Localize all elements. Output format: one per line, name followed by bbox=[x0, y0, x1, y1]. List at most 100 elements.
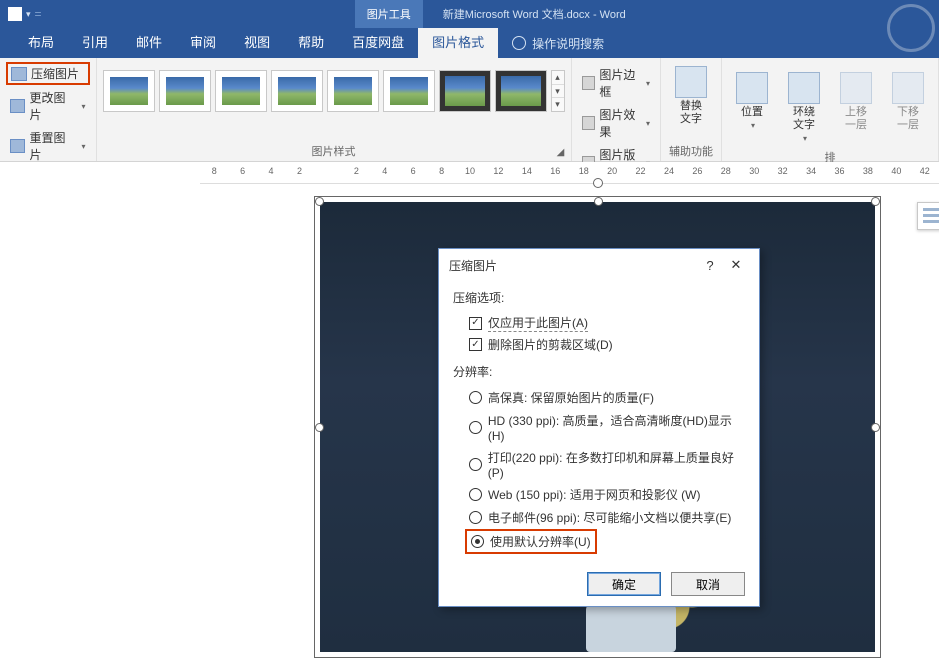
style-thumb-2[interactable] bbox=[159, 70, 211, 112]
ruler-tick: 2 bbox=[342, 166, 370, 176]
radio-highfi-label: 高保真: 保留原始图片的质量(F) bbox=[488, 389, 654, 406]
ruler-tick: 4 bbox=[371, 166, 399, 176]
gallery-down[interactable]: ▾ bbox=[552, 85, 564, 99]
picture-border-button[interactable]: 图片边框 ▾ bbox=[578, 64, 654, 102]
gallery-up[interactable]: ▴ bbox=[552, 71, 564, 85]
ruler-tick: 34 bbox=[797, 166, 825, 176]
style-thumb-6[interactable] bbox=[383, 70, 435, 112]
position-label: 位置 bbox=[741, 106, 763, 118]
ruler-tick: 12 bbox=[484, 166, 512, 176]
radio-hd-label: HD (330 ppi): 高质量，适合高清晰度(HD)显示(H) bbox=[488, 412, 745, 443]
alt-text-button[interactable]: 替换文字 bbox=[667, 62, 715, 130]
tell-me-label: 操作说明搜索 bbox=[532, 35, 604, 52]
delete-cropped-checkbox[interactable] bbox=[469, 338, 482, 351]
style-thumb-7[interactable] bbox=[439, 70, 491, 112]
gallery-scroll: ▴ ▾ ▾ bbox=[551, 70, 565, 112]
tab-help[interactable]: 帮助 bbox=[284, 28, 338, 58]
tab-mailings[interactable]: 邮件 bbox=[122, 28, 176, 58]
backward-label: 下移一层 bbox=[892, 106, 924, 132]
style-thumb-8[interactable] bbox=[495, 70, 547, 112]
gallery-more[interactable]: ▾ bbox=[552, 98, 564, 111]
tab-references[interactable]: 引用 bbox=[68, 28, 122, 58]
group-picture-border: 图片边框 ▾ 图片效果 ▾ 图片版式 ▾ bbox=[572, 58, 661, 161]
layout-options-button[interactable] bbox=[917, 202, 939, 230]
resize-handle[interactable] bbox=[315, 423, 324, 432]
radio-email-label: 电子邮件(96 ppi): 尽可能缩小文档以便共享(E) bbox=[488, 509, 731, 526]
change-picture-button[interactable]: 更改图片 ▾ bbox=[6, 87, 90, 125]
border-icon bbox=[582, 76, 596, 90]
resize-handle[interactable] bbox=[871, 423, 880, 432]
effects-icon bbox=[582, 116, 596, 130]
reset-label: 重置图片 bbox=[29, 129, 75, 163]
picture-styles-label: 图片样式 bbox=[312, 143, 356, 159]
compress-pictures-dialog: 压缩图片 ? ✕ 压缩选项: 仅应用于此图片(A) 删除图片的剪裁区域(D) 分… bbox=[438, 248, 760, 607]
position-button[interactable]: 位置▾ bbox=[728, 68, 776, 136]
radio-hd[interactable] bbox=[469, 421, 482, 434]
compress-icon bbox=[11, 67, 27, 81]
dialog-title: 压缩图片 bbox=[449, 257, 697, 274]
tab-layout[interactable]: 布局 bbox=[14, 28, 68, 58]
dialog-titlebar[interactable]: 压缩图片 ? ✕ bbox=[439, 249, 759, 281]
reset-picture-button[interactable]: 重置图片 ▾ bbox=[6, 127, 90, 165]
radio-web[interactable] bbox=[469, 488, 482, 501]
document-title: 新建Microsoft Word 文档.docx - Word bbox=[443, 6, 626, 22]
radio-default-label: 使用默认分辨率(U) bbox=[490, 533, 591, 550]
tell-me-search[interactable]: 操作说明搜索 bbox=[498, 35, 604, 52]
compress-label: 压缩图片 bbox=[31, 65, 79, 82]
group-accessibility: 替换文字 辅助功能 bbox=[661, 58, 722, 161]
bulb-icon bbox=[512, 36, 526, 50]
chevron-down-icon: ▾ bbox=[646, 119, 650, 128]
ruler-tick: 38 bbox=[854, 166, 882, 176]
radio-web-label: Web (150 ppi): 适用于网页和投影仪 (W) bbox=[488, 486, 700, 503]
radio-default[interactable] bbox=[471, 535, 484, 548]
group-arrange: 位置▾ 环绕文字▾ 上移一层 下移一层 排 bbox=[722, 58, 939, 161]
style-thumb-5[interactable] bbox=[327, 70, 379, 112]
change-label: 更改图片 bbox=[29, 89, 75, 123]
apply-only-label: 仅应用于此图片(A) bbox=[488, 314, 588, 332]
ok-button[interactable]: 确定 bbox=[587, 572, 661, 596]
style-thumb-3[interactable] bbox=[215, 70, 267, 112]
tab-picture-format[interactable]: 图片格式 bbox=[418, 28, 498, 58]
apply-only-checkbox[interactable] bbox=[469, 317, 482, 330]
qat-chevron[interactable]: ▾ bbox=[26, 9, 31, 20]
cancel-button[interactable]: 取消 bbox=[671, 572, 745, 596]
picture-effects-button[interactable]: 图片效果 ▾ bbox=[578, 104, 654, 142]
radio-highfi[interactable] bbox=[469, 391, 482, 404]
send-backward-button[interactable]: 下移一层 bbox=[884, 68, 932, 136]
ruler-tick: 16 bbox=[541, 166, 569, 176]
change-picture-icon bbox=[10, 99, 25, 113]
horizontal-ruler[interactable]: 8642246810121416182022242628303234363840… bbox=[200, 162, 939, 184]
layout-options-icon bbox=[923, 208, 939, 224]
radio-print-label: 打印(220 ppi): 在多数打印机和屏幕上质量良好(P) bbox=[488, 449, 745, 480]
compress-pictures-button[interactable]: 压缩图片 bbox=[6, 62, 90, 85]
position-icon bbox=[736, 72, 768, 104]
ruler-tick: 8 bbox=[200, 166, 228, 176]
ruler-tick: 36 bbox=[825, 166, 853, 176]
wrap-text-button[interactable]: 环绕文字▾ bbox=[780, 68, 828, 149]
chevron-down-icon: ▾ bbox=[82, 102, 86, 111]
tab-review[interactable]: 审阅 bbox=[176, 28, 230, 58]
wrap-label: 环绕文字 bbox=[793, 106, 815, 131]
style-thumb-1[interactable] bbox=[103, 70, 155, 112]
chevron-down-icon: ▾ bbox=[646, 79, 650, 88]
image-content bbox=[586, 602, 676, 652]
tab-baidu[interactable]: 百度网盘 bbox=[338, 28, 418, 58]
tab-view[interactable]: 视图 bbox=[230, 28, 284, 58]
style-thumb-4[interactable] bbox=[271, 70, 323, 112]
group-picture-styles: ▴ ▾ ▾ 图片样式 ◢ bbox=[97, 58, 572, 161]
reset-picture-icon bbox=[10, 139, 25, 153]
effects-label: 图片效果 bbox=[599, 106, 640, 140]
radio-print[interactable] bbox=[469, 458, 482, 471]
bring-forward-button[interactable]: 上移一层 bbox=[832, 68, 880, 136]
resize-handle[interactable] bbox=[315, 197, 324, 206]
contextual-tab-label: 图片工具 bbox=[355, 0, 423, 28]
ruler-tick: 40 bbox=[882, 166, 910, 176]
close-button[interactable]: ✕ bbox=[723, 257, 749, 273]
radio-email[interactable] bbox=[469, 511, 482, 524]
group-adjust: 压缩图片 更改图片 ▾ 重置图片 ▾ bbox=[0, 58, 97, 161]
rotate-handle[interactable] bbox=[593, 178, 603, 188]
resize-handle[interactable] bbox=[594, 197, 603, 206]
help-button[interactable]: ? bbox=[697, 258, 723, 273]
resize-handle[interactable] bbox=[871, 197, 880, 206]
dialog-launcher-icon[interactable]: ◢ bbox=[555, 147, 567, 159]
